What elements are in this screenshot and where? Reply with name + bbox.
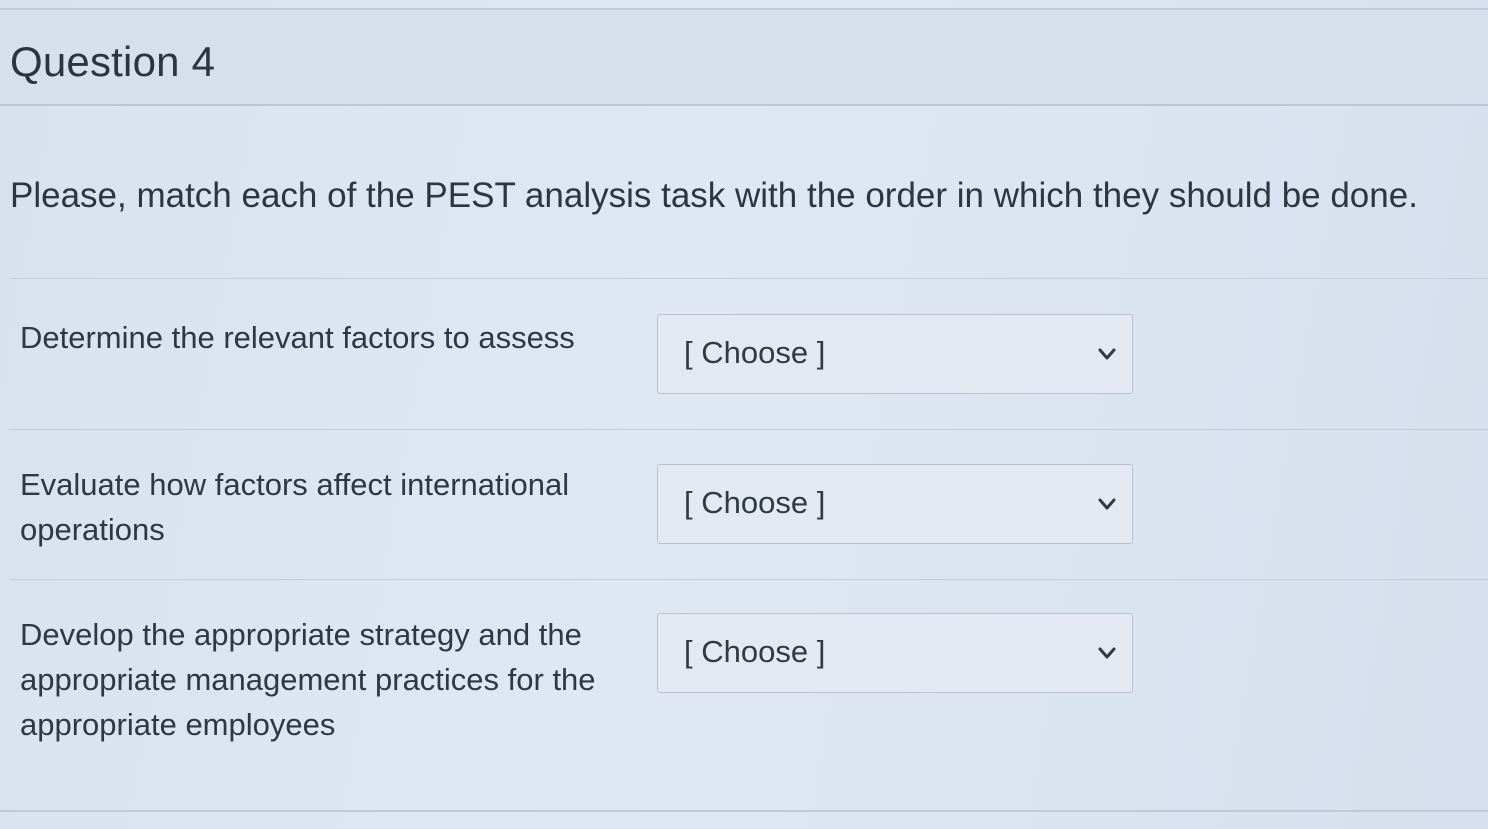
task-label: Determine the relevant factors to assess (20, 315, 620, 360)
task-label: Evaluate how factors affect internationa… (20, 462, 620, 552)
task-label: Develop the appropriate strategy and the… (20, 612, 620, 747)
chevron-down-icon (1098, 498, 1116, 510)
order-select[interactable]: [ Choose ] (657, 613, 1133, 693)
chevron-down-icon (1098, 647, 1116, 659)
bottom-divider (0, 810, 1488, 812)
match-row: Evaluate how factors affect internationa… (0, 430, 1488, 580)
select-value: [ Choose ] (684, 485, 826, 520)
question-header: Question 4 (0, 10, 1488, 106)
match-row: Determine the relevant factors to assess… (0, 280, 1488, 430)
select-value: [ Choose ] (684, 335, 826, 370)
select-value: [ Choose ] (684, 634, 826, 669)
task-label-line: Determine the relevant factors to assess (20, 320, 575, 355)
match-row: Develop the appropriate strategy and the… (0, 580, 1488, 810)
question-title: Question 4 (10, 38, 216, 85)
task-label-line: appropriate employees (20, 707, 336, 742)
task-label-line: Develop the appropriate strategy and the (20, 617, 582, 652)
header-divider (0, 104, 1488, 106)
order-select[interactable]: [ Choose ] (657, 314, 1133, 394)
chevron-down-icon (1098, 348, 1116, 360)
question-prompt: Please, match each of the PEST analysis … (10, 176, 1418, 215)
prompt-divider (10, 278, 1488, 279)
task-label-line: appropriate management practices for the (20, 662, 596, 697)
task-label-line: operations (20, 512, 165, 547)
order-select[interactable]: [ Choose ] (657, 464, 1133, 544)
task-label-line: Evaluate how factors affect internationa… (20, 467, 570, 502)
quiz-page: Question 4 Please, match each of the PES… (0, 0, 1488, 829)
